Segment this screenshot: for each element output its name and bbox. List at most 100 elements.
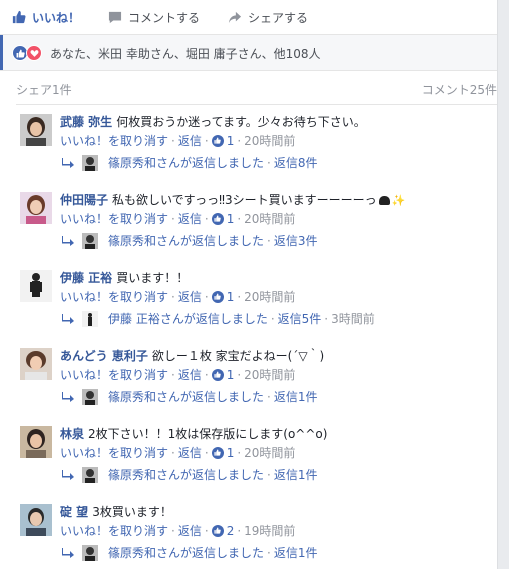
reply-count[interactable]: 返信3件 (274, 232, 318, 249)
reply-summary[interactable]: 篠原秀和さんが返信しました · 返信1件 (62, 466, 317, 483)
avatar[interactable] (20, 504, 52, 536)
separator: · (204, 445, 209, 460)
comment-actions: いいね！を取り消す · 返信 · 1 · 20時間前 (60, 444, 295, 461)
like-badge-icon (211, 212, 224, 225)
thumbs-up-icon (12, 10, 26, 24)
reply-summary[interactable]: 篠原秀和さんが返信しました · 返信1件 (62, 388, 317, 405)
like-badge-icon (211, 524, 224, 537)
reply-avatar (82, 154, 98, 171)
share-label: シェアする (248, 10, 309, 25)
like-button[interactable]: いいね！ (12, 9, 80, 26)
comment-text: 買います！！ (116, 271, 189, 285)
like-count[interactable]: 1 (227, 368, 235, 382)
like-count[interactable]: 1 (227, 446, 235, 460)
like-label: いいね！ (32, 10, 81, 25)
page-gutter (497, 0, 509, 569)
comment-list: 武藤 弥生 何枚買おうか迷ってます。少々お待ち下さい。 いいね！を取り消す · 返… (0, 110, 497, 569)
comment-actions: いいね！を取り消す · 返信 · 1 · 20時間前 (60, 132, 295, 149)
like-count[interactable]: 1 (227, 134, 235, 148)
unlike-link[interactable]: いいね！を取り消す (60, 288, 168, 305)
like-count[interactable]: 1 (227, 212, 235, 226)
reply-summary-text[interactable]: 伊藤 正裕さんが返信しました (108, 310, 268, 327)
avatar[interactable] (20, 114, 52, 146)
reply-link[interactable]: 返信 (178, 288, 202, 305)
reply-link[interactable]: 返信 (178, 444, 202, 461)
reply-summary[interactable]: 篠原秀和さんが返信しました · 返信1件 (62, 544, 317, 561)
avatar[interactable] (20, 270, 52, 302)
reply-arrow-icon (62, 235, 74, 246)
unlike-link[interactable]: いいね！を取り消す (60, 210, 168, 227)
reply-time[interactable]: 3時間前 (331, 310, 375, 327)
reply-summary-text[interactable]: 篠原秀和さんが返信しました (108, 466, 264, 483)
reaction-icons[interactable] (12, 45, 42, 61)
reply-link[interactable]: 返信 (178, 210, 202, 227)
like-count[interactable]: 2 (227, 524, 235, 538)
comment-body: 碇 望 3枚買います！ (60, 503, 172, 520)
avatar[interactable] (20, 192, 52, 224)
reply-summary[interactable]: 篠原秀和さんが返信しました · 返信8件 (62, 154, 317, 171)
reply-count[interactable]: 返信1件 (274, 544, 318, 561)
separator: · (237, 523, 242, 538)
comment-item: 仲田陽子 私も欲しいですっっ‼3シート買いますーーーーっ ✨ いいね！を取り消す ·… (0, 188, 497, 266)
separator: · (237, 367, 242, 382)
separator: · (267, 155, 271, 170)
unlike-link[interactable]: いいね！を取り消す (60, 444, 168, 461)
reaction-summary[interactable]: あなた、米田 幸助さん、堀田 庸子さん、他108人 (0, 34, 497, 71)
comment-label: コメントする (128, 10, 201, 25)
comment-text: 何枚買おうか迷ってます。少々お待ち下さい。 (116, 115, 366, 129)
commenter-name[interactable]: 林泉 (60, 427, 84, 441)
comment-item: あんどう 恵利子 欲しー１枚 家宝だよねー(´▽｀) いいね！を取り消す · 返信… (0, 344, 497, 422)
comment-time[interactable]: 20時間前 (244, 132, 295, 149)
commenter-name[interactable]: あんどう 恵利子 (60, 349, 148, 363)
unlike-link[interactable]: いいね！を取り消す (60, 132, 168, 149)
reply-summary[interactable]: 篠原秀和さんが返信しました · 返信3件 (62, 232, 317, 249)
unlike-link[interactable]: いいね！を取り消す (60, 522, 168, 539)
commenter-name[interactable]: 仲田陽子 (60, 193, 108, 207)
reply-avatar (82, 388, 98, 405)
separator: · (171, 133, 175, 148)
commenter-name[interactable]: 碇 望 (60, 505, 88, 519)
comment-actions: いいね！を取り消す · 返信 · 1 · 20時間前 (60, 288, 295, 305)
unlike-link[interactable]: いいね！を取り消す (60, 366, 168, 383)
comment-time[interactable]: 20時間前 (244, 288, 295, 305)
reply-summary-text[interactable]: 篠原秀和さんが返信しました (108, 544, 264, 561)
reply-count[interactable]: 返信1件 (274, 466, 318, 483)
commenter-name[interactable]: 武藤 弥生 (60, 115, 112, 129)
reaction-names[interactable]: あなた、米田 幸助さん、堀田 庸子さん、他108人 (50, 45, 321, 62)
reply-count[interactable]: 返信5件 (278, 310, 322, 327)
separator: · (171, 211, 175, 226)
like-badge-icon (211, 134, 224, 147)
commenter-name[interactable]: 伊藤 正裕 (60, 271, 112, 285)
reply-count[interactable]: 返信1件 (274, 388, 318, 405)
post-frame: いいね！ コメントする シェアする あなた、米田 幸助さん、堀田 庸子さん、他1… (0, 0, 509, 569)
separator: · (237, 133, 242, 148)
comment-time[interactable]: 20時間前 (244, 210, 295, 227)
reply-link[interactable]: 返信 (178, 366, 202, 383)
reply-summary-text[interactable]: 篠原秀和さんが返信しました (108, 388, 264, 405)
reply-summary-text[interactable]: 篠原秀和さんが返信しました (108, 154, 264, 171)
share-button[interactable]: シェアする (228, 9, 308, 26)
avatar[interactable] (20, 426, 52, 458)
comment-time[interactable]: 20時間前 (244, 444, 295, 461)
comment-body: あんどう 恵利子 欲しー１枚 家宝だよねー(´▽｀) (60, 347, 324, 364)
comment-time[interactable]: 19時間前 (244, 522, 295, 539)
separator: · (171, 445, 175, 460)
comment-item: 碇 望 3枚買います！ いいね！を取り消す · 返信 · 2 · 19時間前 篠原… (0, 500, 497, 569)
comment-actions: いいね！を取り消す · 返信 · 2 · 19時間前 (60, 522, 295, 539)
reply-link[interactable]: 返信 (178, 132, 202, 149)
reply-summary[interactable]: 伊藤 正裕さんが返信しました · 返信5件 · 3時間前 (62, 310, 375, 327)
reply-arrow-icon (62, 469, 74, 480)
comment-actions: いいね！を取り消す · 返信 · 1 · 20時間前 (60, 210, 295, 227)
comment-text: 欲しー１枚 家宝だよねー(´▽｀) (151, 349, 325, 363)
reply-link[interactable]: 返信 (178, 522, 202, 539)
share-count[interactable]: シェア1件 (16, 81, 72, 98)
like-count[interactable]: 1 (227, 290, 235, 304)
reply-count[interactable]: 返信8件 (274, 154, 318, 171)
comment-count[interactable]: コメント25件 (422, 81, 497, 98)
separator: · (324, 311, 329, 326)
avatar[interactable] (20, 348, 52, 380)
comment-time[interactable]: 20時間前 (244, 366, 295, 383)
reply-summary-text[interactable]: 篠原秀和さんが返信しました (108, 232, 264, 249)
comment-button[interactable]: コメントする (108, 9, 200, 26)
separator: · (270, 311, 275, 326)
